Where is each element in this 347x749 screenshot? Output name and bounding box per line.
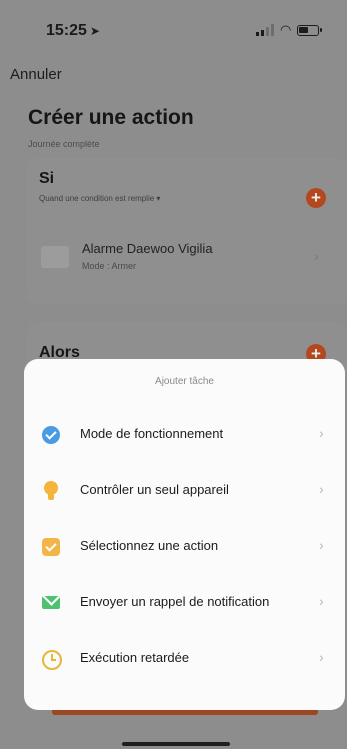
sheet-item-control-device[interactable]: Contrôler un seul appareil › (24, 462, 345, 518)
device-mode: Mode : Armer (82, 261, 137, 271)
if-card-label: Si (39, 170, 55, 187)
chevron-right-icon: › (319, 481, 324, 497)
sheet-item-label: Exécution retardée (80, 650, 190, 665)
chevron-right-icon: › (319, 593, 324, 609)
page-title: Créer une action (28, 106, 194, 129)
sheet-item-delay[interactable]: Exécution retardée › (24, 630, 345, 686)
status-icons: ◠ (256, 22, 323, 37)
sheet-item-mode[interactable]: Mode de fonctionnement › (24, 406, 345, 462)
home-indicator[interactable] (122, 742, 230, 746)
battery-icon (297, 24, 323, 36)
chevron-right-icon: › (314, 248, 319, 264)
condition-selector[interactable]: Quand une condition est remplie ▾ (39, 194, 160, 203)
cancel-button[interactable]: Annuler (10, 66, 62, 83)
location-arrow-icon: ➤ (89, 24, 100, 38)
cellular-signal-icon (256, 24, 274, 36)
clock-icon (40, 648, 62, 670)
mail-icon (40, 592, 62, 614)
wifi-icon: ◠ (280, 22, 292, 37)
sheet-item-label: Sélectionnez une action (80, 538, 219, 553)
status-bar: 15:25 ➤ ◠ (0, 0, 347, 56)
add-task-sheet: Ajouter tâche Mode de fonctionnement › C… (24, 359, 345, 710)
sheet-item-label: Envoyer un rappel de notification (80, 594, 270, 609)
sheet-item-select-action[interactable]: Sélectionnez une action › (24, 518, 345, 574)
status-time: 15:25 ➤ (46, 22, 100, 40)
device-thumbnail (41, 246, 69, 268)
chevron-right-icon: › (319, 425, 324, 441)
chevron-right-icon: › (319, 649, 324, 665)
check-circle-icon (40, 424, 62, 446)
condition-device-row[interactable]: Alarme Daewoo Vigilia Mode : Armer › (27, 224, 347, 294)
time-text: 15:25 (46, 22, 87, 39)
add-condition-button[interactable]: + (306, 188, 326, 208)
chevron-right-icon: › (319, 537, 324, 553)
check-square-icon (40, 536, 62, 558)
sheet-title: Ajouter tâche (155, 376, 214, 387)
if-card: Si Quand une condition est remplie ▾ + A… (27, 158, 347, 304)
sheet-item-notification[interactable]: Envoyer un rappel de notification › (24, 574, 345, 630)
lightbulb-icon (40, 480, 62, 502)
device-name: Alarme Daewoo Vigilia (82, 241, 213, 256)
sheet-item-label: Mode de fonctionnement (80, 426, 224, 441)
sheet-item-label: Contrôler un seul appareil (80, 482, 229, 497)
page-subtitle: Journée complète (28, 139, 100, 149)
